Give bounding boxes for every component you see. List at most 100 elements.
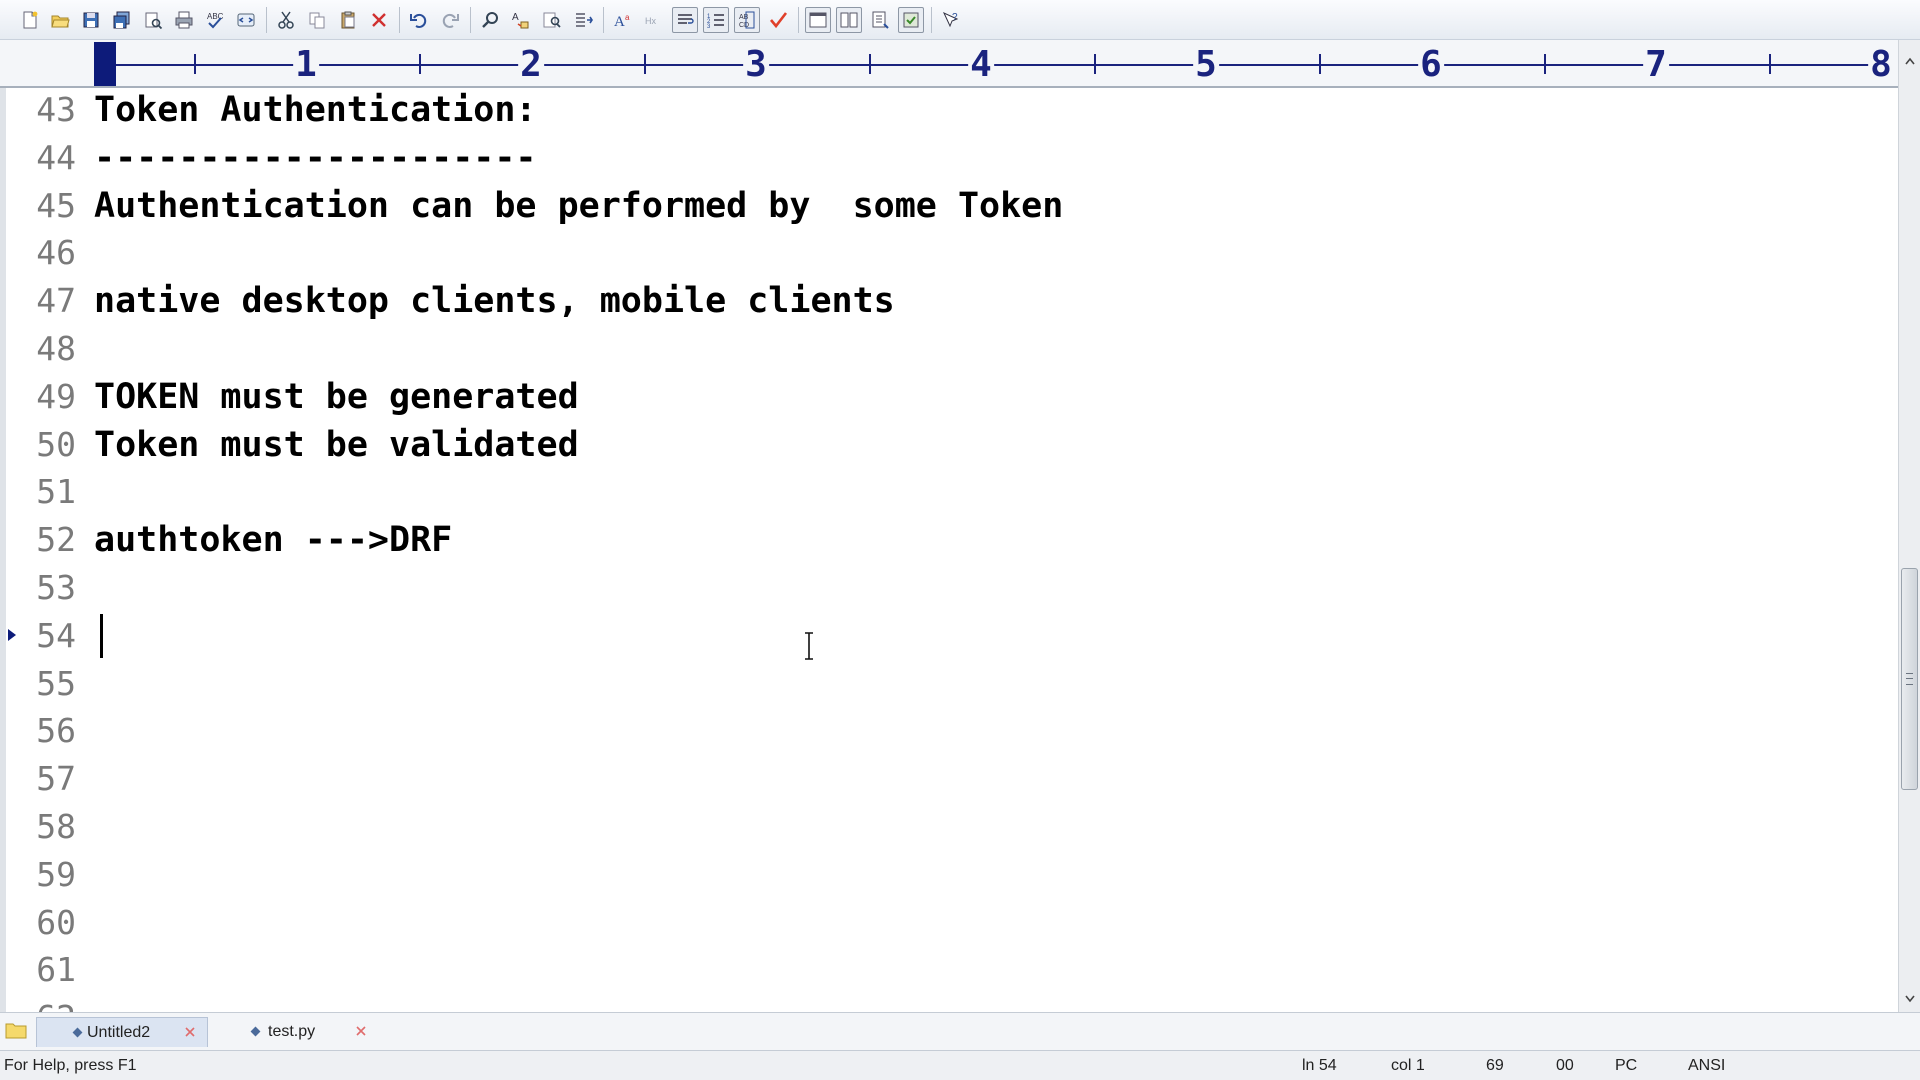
spellcheck-icon[interactable]: ABC xyxy=(202,7,228,33)
save-all-icon[interactable] xyxy=(109,7,135,33)
editor-line[interactable]: 59 xyxy=(6,851,1898,899)
open-folder-icon[interactable] xyxy=(47,7,73,33)
scroll-up-arrow-icon[interactable] xyxy=(1899,50,1920,72)
toolbar: ABC A Aa Hx 1 2 3 AB CD? xyxy=(0,0,1920,40)
ruler-number: 6 xyxy=(1418,44,1444,85)
editor-line[interactable]: 57 xyxy=(6,755,1898,803)
line-text: Token must be validated xyxy=(94,424,579,465)
editor-line[interactable]: 44 --------------------- xyxy=(6,134,1898,182)
editor-area[interactable]: 43 Token Authentication: 44 ---------------… xyxy=(0,88,1898,1012)
svg-text:Hx: Hx xyxy=(645,16,656,26)
line-number: 49 xyxy=(36,376,76,416)
editor-line[interactable]: 62 xyxy=(6,994,1898,1012)
editor-line[interactable]: 51 xyxy=(6,468,1898,516)
checkmark-icon[interactable] xyxy=(765,7,791,33)
line-number: 59 xyxy=(36,854,76,894)
line-text: native desktop clients, mobile clients xyxy=(94,281,895,322)
line-number: 54 xyxy=(36,615,76,655)
tab-untitled2[interactable]: Untitled2 xyxy=(36,1017,208,1047)
ruler-tick xyxy=(643,54,646,74)
ruler-tick xyxy=(1543,54,1546,74)
word-wrap-icon[interactable] xyxy=(672,6,698,33)
ruler-tick xyxy=(1093,54,1096,74)
status-encoding: ANSI xyxy=(1688,1057,1726,1074)
line-text: TOKEN must be generated xyxy=(94,376,579,417)
editor-line[interactable]: 56 xyxy=(6,707,1898,755)
line-text: Token Authentication: xyxy=(94,90,537,130)
line-number: 51 xyxy=(36,472,76,512)
close-tab-icon[interactable] xyxy=(183,1025,197,1039)
editor-line[interactable]: 46 xyxy=(6,229,1898,277)
tab-test-py[interactable]: test.py xyxy=(218,1017,378,1047)
status-char-count: 69 xyxy=(1486,1057,1504,1074)
ruler-tick xyxy=(1318,54,1321,74)
line-numbers-icon[interactable]: 123 xyxy=(703,6,729,33)
tile-icon[interactable] xyxy=(836,6,862,33)
cut-icon[interactable] xyxy=(273,7,299,33)
line-text: --------------------- xyxy=(94,137,537,178)
close-tab-icon[interactable] xyxy=(354,1024,368,1038)
svg-text:AB: AB xyxy=(739,14,749,21)
line-number: 52 xyxy=(36,520,76,560)
ruler-column-marker xyxy=(94,42,116,86)
new-file-icon[interactable] xyxy=(16,7,42,33)
editor-line[interactable]: 52 authtoken --->DRF xyxy=(6,516,1898,564)
find-icon[interactable] xyxy=(477,7,503,33)
svg-text:A: A xyxy=(512,12,519,23)
toolbar-separator xyxy=(931,6,932,33)
ruler-number: 2 xyxy=(518,44,544,85)
goto-line-icon[interactable] xyxy=(570,7,596,33)
web-preview-icon[interactable] xyxy=(233,7,259,33)
line-number: 48 xyxy=(36,329,76,368)
toolbar-separator xyxy=(470,6,471,33)
window-icon[interactable] xyxy=(805,6,831,33)
editor-line[interactable]: 49 TOKEN must be generated xyxy=(6,373,1898,421)
editor-line[interactable]: 48 xyxy=(6,325,1898,373)
folder-icon[interactable] xyxy=(4,1019,28,1041)
line-number: 50 xyxy=(36,424,76,464)
vertical-scrollbar[interactable] xyxy=(1898,40,1920,1012)
line-number: 47 xyxy=(36,281,76,321)
font-icon[interactable]: Aa xyxy=(610,7,636,33)
redo-icon[interactable] xyxy=(437,7,463,33)
find-in-files-icon[interactable] xyxy=(539,7,565,33)
editor-line[interactable]: 53 xyxy=(6,564,1898,612)
editor-line[interactable]: 47 native desktop clients, mobile clients xyxy=(6,277,1898,325)
save-icon[interactable] xyxy=(78,7,104,33)
editor-line[interactable]: 45 Authentication can be performed by som… xyxy=(6,182,1898,230)
undo-icon[interactable] xyxy=(406,7,432,33)
clipboard-icon[interactable] xyxy=(898,6,924,33)
print-icon[interactable] xyxy=(171,7,197,33)
editor-line[interactable]: 54 xyxy=(6,612,1898,660)
editor-line[interactable]: 50 Token must be validated xyxy=(6,421,1898,469)
svg-text:?: ? xyxy=(952,12,958,23)
ruler: 1 2 3 4 5 6 7 8 xyxy=(0,40,1898,88)
print-preview-icon[interactable] xyxy=(140,7,166,33)
scrollbar-thumb[interactable] xyxy=(1901,568,1918,790)
scroll-down-arrow-icon[interactable] xyxy=(1899,988,1920,1010)
editor-line[interactable]: 43 Token Authentication: xyxy=(6,88,1898,134)
paste-icon[interactable] xyxy=(335,7,361,33)
line-number: 53 xyxy=(36,568,76,607)
hex-icon[interactable]: Hx xyxy=(641,7,667,33)
tab-label: test.py xyxy=(268,1023,316,1040)
replace-icon[interactable]: A xyxy=(508,7,534,33)
editor-line[interactable]: 60 xyxy=(6,899,1898,947)
delete-icon[interactable] xyxy=(366,7,392,33)
status-line-ending: PC xyxy=(1615,1057,1638,1074)
copy-icon[interactable] xyxy=(304,7,330,33)
toolbar-separator xyxy=(798,6,799,33)
editor-line[interactable]: 55 xyxy=(6,660,1898,708)
editor-line[interactable]: 61 xyxy=(6,946,1898,994)
line-number: 58 xyxy=(36,807,76,846)
document-tabs: Untitled2 test.py xyxy=(0,1012,1920,1050)
svg-text:ABC: ABC xyxy=(207,12,224,21)
column-mode-icon[interactable]: AB CD xyxy=(734,6,760,33)
document-list-icon[interactable] xyxy=(867,7,893,33)
line-number: 62 xyxy=(20,994,76,1012)
toolbar-separator xyxy=(603,6,604,33)
ruler-number: 5 xyxy=(1193,44,1219,85)
editor-line[interactable]: 58 xyxy=(6,803,1898,851)
scrollbar-grip-icon xyxy=(1906,673,1913,685)
context-help-icon[interactable]: ? xyxy=(938,7,964,33)
